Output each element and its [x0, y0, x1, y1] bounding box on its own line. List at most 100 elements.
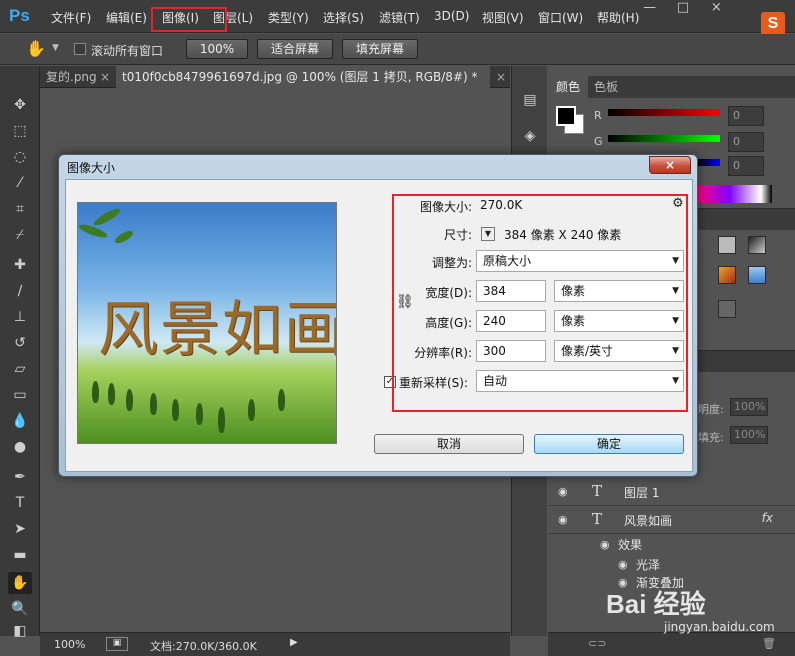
menu-type[interactable]: 类型(Y) — [268, 9, 309, 26]
zoom-100-button[interactable]: 100% — [186, 39, 248, 59]
history-brush-tool-icon[interactable]: ↺ — [8, 332, 32, 354]
3d-panel-icon[interactable]: ◈ — [520, 128, 540, 148]
menu-layer[interactable]: 图层(L) — [213, 9, 253, 26]
history-panel-icon[interactable]: ▤ — [520, 92, 540, 112]
menu-file[interactable]: 文件(F) — [51, 9, 91, 26]
constrain-link-icon[interactable]: ⛓ — [396, 294, 414, 310]
red-value-field[interactable]: 0 — [728, 106, 764, 126]
lasso-tool-icon[interactable]: ◌ — [8, 146, 32, 168]
effects-eye-icon[interactable]: ◉ — [600, 538, 610, 551]
color-swatches-icon[interactable]: ◧ — [8, 620, 32, 642]
width-input[interactable]: 384 — [476, 280, 546, 302]
dodge-tool-icon[interactable]: ● — [8, 436, 32, 458]
sogou-ime-icon[interactable]: S — [761, 12, 785, 36]
effect-eye-icon[interactable]: ◉ — [618, 558, 628, 571]
adjust-invert-icon[interactable] — [718, 300, 736, 318]
ok-button[interactable]: 确定 — [534, 434, 684, 454]
visibility-eye-icon[interactable]: ◉ — [558, 513, 568, 526]
tab-document-2-close-icon[interactable]: × — [490, 66, 512, 88]
scroll-all-windows-checkbox[interactable] — [74, 43, 86, 55]
status-preview-icon[interactable]: ▣ — [106, 637, 128, 651]
visibility-eye-icon[interactable]: ◉ — [558, 485, 568, 498]
tab-swatches[interactable]: 色板 — [586, 76, 626, 98]
settings-gear-icon[interactable]: ⚙ — [672, 196, 684, 211]
stamp-tool-icon[interactable]: ⊥ — [8, 306, 32, 328]
cancel-button[interactable]: 取消 — [374, 434, 524, 454]
resolution-input[interactable]: 300 — [476, 340, 546, 362]
red-slider[interactable] — [608, 109, 720, 116]
menu-window[interactable]: 窗口(W) — [538, 9, 583, 26]
healing-brush-tool-icon[interactable]: ✚ — [8, 254, 32, 276]
height-input[interactable]: 240 — [476, 310, 546, 332]
layers-panel-footer: ⊂⊃ 🗑 — [548, 632, 795, 656]
marquee-tool-icon[interactable]: ⬚ — [8, 120, 32, 142]
document-tabs: 复的.png × t010f0cb8479961697d.jpg @ 100% … — [40, 66, 510, 88]
menu-3d[interactable]: 3D(D) — [434, 9, 469, 23]
adjust-photo-filter-icon[interactable] — [748, 266, 766, 284]
adjust-levels-icon[interactable] — [718, 236, 736, 254]
layer-row[interactable]: ◉ T 图层 1 — [548, 478, 795, 506]
menu-image[interactable]: 图像(I) — [162, 9, 199, 26]
pen-tool-icon[interactable]: ✒ — [8, 466, 32, 488]
adjust-color-balance-icon[interactable] — [718, 266, 736, 284]
width-label: 宽度(D): — [425, 286, 472, 300]
resolution-unit-select[interactable]: 像素/英寸 ▼ — [554, 340, 684, 362]
dimensions-unit-dropdown-icon[interactable]: ▼ — [481, 227, 495, 241]
resample-checkbox[interactable]: ✓ — [384, 376, 396, 388]
tool-preset-chevron-icon[interactable]: ▼ — [52, 43, 59, 53]
fit-to-select[interactable]: 原稿大小 ▼ — [476, 250, 684, 272]
status-bar: 100% ▣ 文档:270.0K/360.0K ▶ — [40, 632, 510, 656]
tree-decoration — [172, 399, 179, 421]
resample-value: 自动 — [483, 374, 508, 388]
link-layers-icon[interactable]: ⊂⊃ — [588, 637, 606, 650]
menu-edit[interactable]: 编辑(E) — [106, 9, 147, 26]
gradient-tool-icon[interactable]: ▭ — [8, 384, 32, 406]
hand-tool-selected-icon[interactable]: ✋ — [8, 572, 32, 594]
brush-tool-icon[interactable]: ∕ — [8, 280, 32, 302]
maximize-icon[interactable]: □ — [666, 0, 699, 18]
green-slider[interactable] — [608, 135, 720, 142]
leaf-decoration — [78, 222, 109, 240]
adjust-curves-icon[interactable] — [748, 236, 766, 254]
fill-screen-button[interactable]: 填充屏幕 — [342, 39, 418, 59]
eraser-tool-icon[interactable]: ▱ — [8, 358, 32, 380]
foreground-color-swatch[interactable] — [556, 106, 576, 126]
move-tool-icon[interactable]: ✥ — [8, 94, 32, 116]
color-spectrum-bar[interactable] — [698, 185, 772, 203]
close-window-icon[interactable]: × — [700, 0, 733, 18]
quick-select-tool-icon[interactable]: ⁄ — [8, 172, 32, 194]
menu-filter[interactable]: 滤镜(T) — [379, 9, 420, 26]
hand-tool-icon[interactable]: ✋ — [26, 39, 46, 58]
menu-view[interactable]: 视图(V) — [482, 9, 524, 26]
path-select-tool-icon[interactable]: ➤ — [8, 518, 32, 540]
layer-row[interactable]: ◉ T 风景如画 fx — [548, 506, 795, 534]
dimensions-label: 尺寸: — [443, 228, 472, 242]
tab-document-2[interactable]: t010f0cb8479961697d.jpg @ 100% (图层 1 拷贝,… — [116, 66, 490, 88]
delete-layer-icon[interactable]: 🗑 — [762, 637, 776, 650]
zoom-tool-icon[interactable]: 🔍 — [8, 598, 32, 620]
eyedropper-tool-icon[interactable]: ⌿ — [8, 224, 32, 246]
resample-select[interactable]: 自动 ▼ — [476, 370, 684, 392]
fill-field[interactable]: 100% — [730, 426, 768, 444]
crop-tool-icon[interactable]: ⌗ — [8, 198, 32, 220]
height-unit-select[interactable]: 像素 ▼ — [554, 310, 684, 332]
blue-slider[interactable] — [698, 159, 720, 166]
tab-document-1-close-icon[interactable]: × — [94, 66, 116, 88]
image-preview[interactable]: 风景如画 — [77, 202, 337, 444]
width-unit-select[interactable]: 像素 ▼ — [554, 280, 684, 302]
layer-effects-icon[interactable]: fx — [762, 511, 773, 525]
menu-select[interactable]: 选择(S) — [323, 9, 364, 26]
dialog-close-button[interactable]: × — [649, 156, 691, 174]
blur-tool-icon[interactable]: 💧 — [8, 410, 32, 432]
shape-tool-icon[interactable]: ▬ — [8, 544, 32, 566]
status-zoom[interactable]: 100% — [54, 638, 85, 651]
tab-color[interactable]: 颜色 — [548, 76, 589, 98]
green-value-field[interactable]: 0 — [728, 132, 764, 152]
fit-screen-button[interactable]: 适合屏幕 — [257, 39, 333, 59]
blue-value-field[interactable]: 0 — [728, 156, 764, 176]
status-menu-arrow-icon[interactable]: ▶ — [290, 637, 298, 648]
opacity-field[interactable]: 100% — [730, 398, 768, 416]
type-tool-icon[interactable]: T — [8, 492, 32, 514]
minimize-icon[interactable]: — — [633, 0, 666, 18]
effects-label: 效果 — [618, 538, 643, 552]
